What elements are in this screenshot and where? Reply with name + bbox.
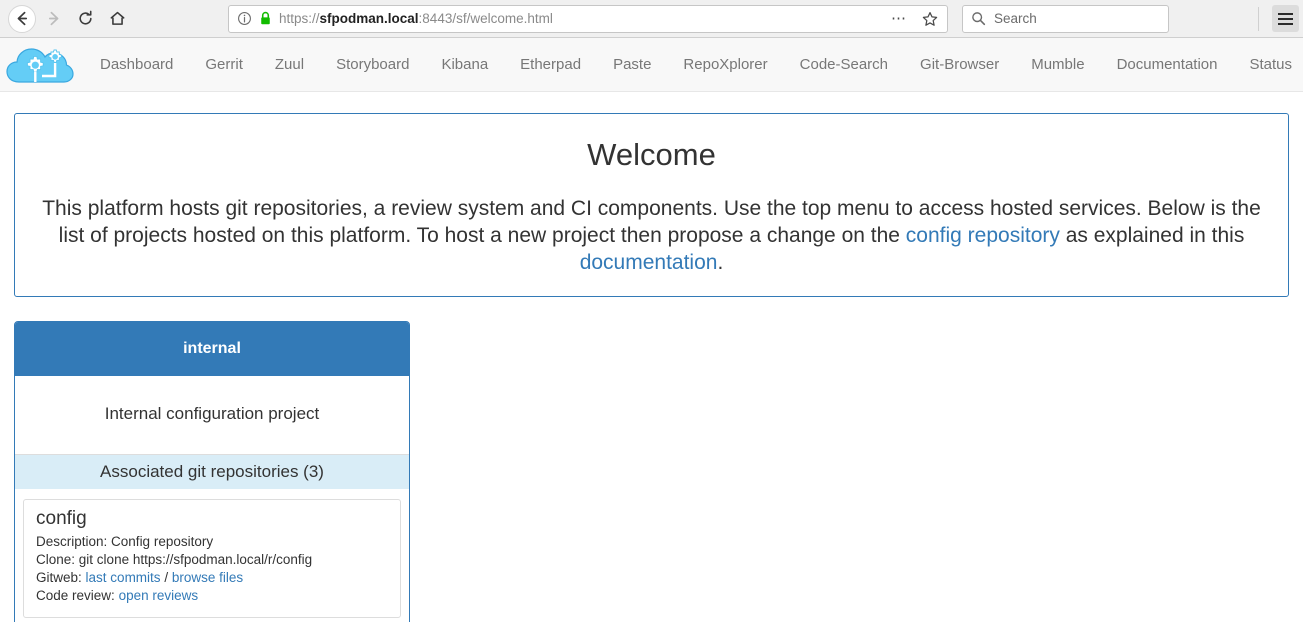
toolbar-divider — [1258, 7, 1259, 31]
nav-item-gerrit[interactable]: Gerrit — [189, 38, 259, 91]
home-button[interactable] — [102, 4, 132, 34]
url-text: https://sfpodman.local:8443/sf/welcome.h… — [279, 11, 879, 26]
padlock-icon[interactable] — [259, 11, 272, 26]
last-commits-link[interactable]: last commits — [86, 570, 161, 585]
url-path: :8443/sf/welcome.html — [419, 11, 553, 26]
nav-item-repoxplorer[interactable]: RepoXplorer — [667, 38, 783, 91]
nav-item-paste[interactable]: Paste — [597, 38, 667, 91]
open-reviews-link[interactable]: open reviews — [119, 588, 199, 603]
reload-button[interactable] — [70, 4, 100, 34]
browse-files-link[interactable]: browse files — [172, 570, 243, 585]
repo-description-label: Description: — [36, 534, 107, 549]
nav-item-etherpad[interactable]: Etherpad — [504, 38, 597, 91]
repo-list: config Description: Config repository Cl… — [15, 489, 409, 622]
nav-item-mumble[interactable]: Mumble — [1015, 38, 1100, 91]
config-repository-link[interactable]: config repository — [906, 224, 1060, 247]
search-placeholder-text: Search — [994, 11, 1037, 26]
documentation-link[interactable]: documentation — [580, 251, 718, 274]
repo-gitweb-label: Gitweb: — [36, 570, 82, 585]
welcome-description: This platform hosts git repositories, a … — [33, 195, 1270, 276]
associated-repos-heading: Associated git repositories (3) — [15, 455, 409, 489]
repo-clone-line: Clone: git clone https://sfpodman.local/… — [36, 551, 388, 569]
nav-item-git-browser[interactable]: Git-Browser — [904, 38, 1015, 91]
repo-clone-value: git clone https://sfpodman.local/r/confi… — [79, 552, 312, 567]
repo-name: config — [36, 508, 388, 530]
browser-nav-buttons — [8, 4, 132, 34]
browser-search-bar[interactable]: Search — [962, 5, 1169, 33]
nav-item-storyboard[interactable]: Storyboard — [320, 38, 425, 91]
site-navbar: Dashboard Gerrit Zuul Storyboard Kibana … — [0, 38, 1303, 92]
repo-item: config Description: Config repository Cl… — [23, 499, 401, 618]
nav-item-status[interactable]: Status — [1233, 38, 1303, 91]
browser-toolbar: https://sfpodman.local:8443/sf/welcome.h… — [0, 0, 1303, 38]
repo-description-line: Description: Config repository — [36, 533, 388, 551]
info-circle-icon[interactable] — [237, 11, 252, 26]
repo-gitweb-line: Gitweb: last commits / browse files — [36, 569, 388, 587]
projects-list: internal Internal configuration project … — [14, 321, 1289, 622]
url-host: sfpodman.local — [320, 11, 419, 26]
nav-item-zuul[interactable]: Zuul — [259, 38, 320, 91]
page-content: Welcome This platform hosts git reposito… — [0, 113, 1303, 622]
welcome-text-part-3: . — [717, 251, 723, 274]
arrow-left-icon — [14, 10, 31, 27]
repo-review-line: Code review: open reviews — [36, 587, 388, 605]
arrow-right-icon — [45, 10, 62, 27]
address-bar[interactable]: https://sfpodman.local:8443/sf/welcome.h… — [228, 5, 948, 33]
page-actions-ellipsis-icon[interactable]: ⋯ — [886, 14, 912, 24]
project-name: internal — [15, 322, 409, 376]
back-button[interactable] — [8, 5, 36, 33]
hamburger-menu-icon — [1278, 18, 1293, 20]
repo-clone-label: Clone: — [36, 552, 75, 567]
nav-links: Dashboard Gerrit Zuul Storyboard Kibana … — [84, 38, 1303, 91]
cloud-gears-logo — [6, 42, 74, 88]
project-description: Internal configuration project — [15, 376, 409, 455]
home-icon — [109, 10, 126, 27]
project-card: internal Internal configuration project … — [14, 321, 410, 622]
brand-logo[interactable] — [0, 38, 84, 91]
nav-item-dashboard[interactable]: Dashboard — [84, 38, 189, 91]
repo-description-value: Config repository — [111, 534, 213, 549]
nav-item-documentation[interactable]: Documentation — [1101, 38, 1234, 91]
page-title: Welcome — [33, 136, 1270, 173]
gitweb-separator: / — [164, 570, 168, 585]
nav-item-code-search[interactable]: Code-Search — [784, 38, 904, 91]
forward-button — [38, 4, 68, 34]
welcome-panel: Welcome This platform hosts git reposito… — [14, 113, 1289, 297]
url-scheme: https:// — [279, 11, 320, 26]
browser-menu-button[interactable] — [1272, 5, 1299, 32]
bookmark-star-icon[interactable] — [919, 11, 941, 27]
repo-review-label: Code review: — [36, 588, 115, 603]
address-bar-container: https://sfpodman.local:8443/sf/welcome.h… — [228, 5, 948, 33]
nav-item-kibana[interactable]: Kibana — [425, 38, 504, 91]
welcome-text-part-2: as explained in this — [1060, 224, 1244, 247]
reload-icon — [77, 10, 94, 27]
search-icon — [971, 11, 986, 26]
